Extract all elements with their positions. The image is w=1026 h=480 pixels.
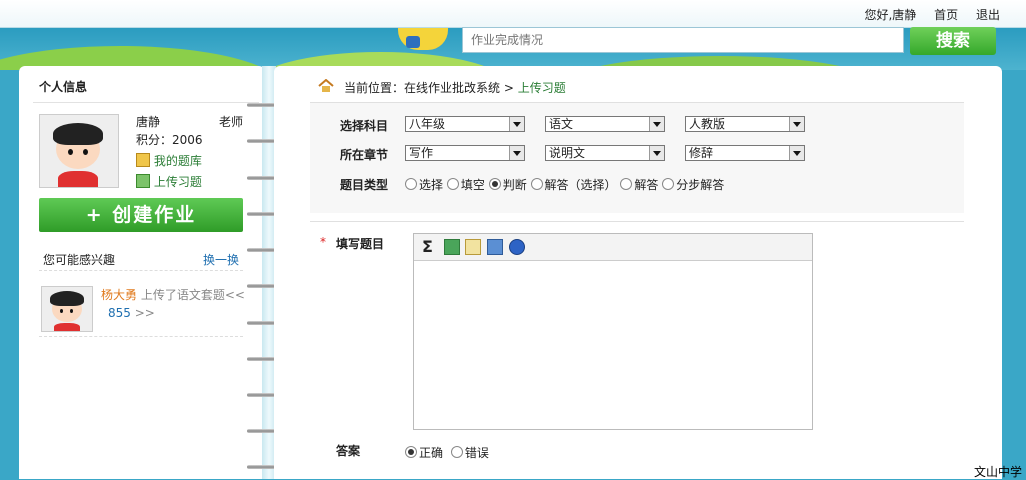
home-icon [318, 79, 334, 92]
activity-item: 杨大勇 上传了语文套题<< [101, 286, 245, 303]
panel-title: 个人信息 [39, 80, 88, 94]
type-radio-answer[interactable]: 解答 [620, 178, 658, 192]
type-label: 题目类型 [340, 178, 389, 192]
upload-panel: 当前位置：在线作业批改系统 > 上传习题 选择科目 八年级 语文 人教版 所在章… [274, 66, 1002, 479]
edit-icon[interactable] [465, 239, 481, 255]
breadcrumb-current[interactable]: 上传习题 [518, 81, 566, 95]
logout-link[interactable]: 退出 [976, 8, 1000, 22]
answer-group: 正确 错误 [405, 444, 489, 461]
divider [33, 102, 259, 103]
subject-select[interactable]: 语文 [545, 116, 665, 132]
formula-icon[interactable]: Σ [422, 237, 436, 256]
info-icon[interactable] [509, 239, 525, 255]
type-radio-step[interactable]: 分步解答 [662, 178, 724, 192]
search-button[interactable]: 搜索 [910, 27, 996, 55]
user-avatar[interactable] [41, 286, 93, 332]
divider [39, 336, 243, 337]
chevron-down-icon [649, 117, 664, 131]
breadcrumb-path: 当前位置：在线作业批改系统 > [344, 81, 518, 95]
interest-title: 您可能感兴趣 [43, 253, 116, 267]
activity-count-row: 855 >> [108, 306, 155, 320]
question-editor[interactable]: Σ [413, 233, 813, 430]
chapter-select-1[interactable]: 写作 [405, 145, 525, 161]
activity-count[interactable]: 855 [108, 306, 131, 320]
type-radio-fill[interactable]: 填空 [446, 178, 485, 192]
required-mark: * [320, 235, 326, 249]
question-type-group: 选择 填空 判断 解答（选择） 解答 分步解答 [405, 176, 724, 193]
filter-section: 选择科目 八年级 语文 人教版 所在章节 写作 说明文 修辞 题目类型 选择 填… [310, 102, 964, 213]
breadcrumb: 当前位置：在线作业批改系统 > 上传习题 [344, 79, 566, 96]
answer-radio-true[interactable]: 正确 [405, 446, 443, 460]
type-radio-choice[interactable]: 选择 [405, 178, 443, 192]
upload-link[interactable]: 上传习题 [136, 173, 202, 190]
chevron-down-icon [509, 117, 524, 131]
greeting: 您好,唐静 [864, 8, 917, 22]
create-homework-button[interactable]: + 创建作业 [39, 198, 243, 232]
chapter-select-2[interactable]: 说明文 [545, 145, 665, 161]
type-radio-answer-choice[interactable]: 解答（选择） [530, 178, 617, 192]
school-label: 文山中学 [973, 465, 1022, 479]
top-links: 您好,唐静 首页 退出 [850, 6, 1000, 23]
chapter-label: 所在章节 [340, 148, 389, 162]
chevron-down-icon [649, 146, 664, 160]
answer-label: 答案 [336, 444, 361, 458]
search-input[interactable] [462, 27, 904, 53]
activity-text: 上传了语文套题<< [140, 288, 245, 302]
edit-icon [136, 153, 150, 167]
edition-select[interactable]: 人教版 [685, 116, 805, 132]
top-bar: 您好,唐静 首页 退出 [0, 0, 1026, 28]
type-radio-judge[interactable]: 判断 [488, 178, 527, 192]
subject-label: 选择科目 [340, 119, 389, 133]
editor-toolbar: Σ [414, 234, 812, 261]
answer-radio-false[interactable]: 错误 [450, 446, 489, 460]
avatar [39, 114, 119, 188]
home-link[interactable]: 首页 [934, 8, 958, 22]
divider [310, 221, 964, 222]
chevron-down-icon [789, 146, 804, 160]
chapter-select-3[interactable]: 修辞 [685, 145, 805, 161]
activity-user[interactable]: 杨大勇 [101, 288, 137, 302]
swap-link[interactable]: 换一换 [203, 251, 239, 268]
teacher-name: 唐静 [136, 115, 161, 129]
more-link[interactable]: >> [135, 306, 155, 320]
points: 积分：2006 [136, 133, 203, 147]
image-upload-icon[interactable] [444, 239, 460, 255]
chevron-down-icon [509, 146, 524, 160]
my-bank-link[interactable]: 我的题库 [136, 152, 202, 169]
grade-select[interactable]: 八年级 [405, 116, 525, 132]
banner-book [406, 36, 420, 48]
upload-icon [136, 174, 150, 188]
teacher-role: 老师 [219, 115, 244, 129]
divider [39, 270, 243, 271]
question-label: 填写题目 [336, 237, 385, 251]
profile-panel: 个人信息 唐静 老师 积分：2006 我的题库 上传习题 + 创建作业 您可能感… [19, 66, 265, 479]
chevron-down-icon [789, 117, 804, 131]
window-icon[interactable] [487, 239, 503, 255]
